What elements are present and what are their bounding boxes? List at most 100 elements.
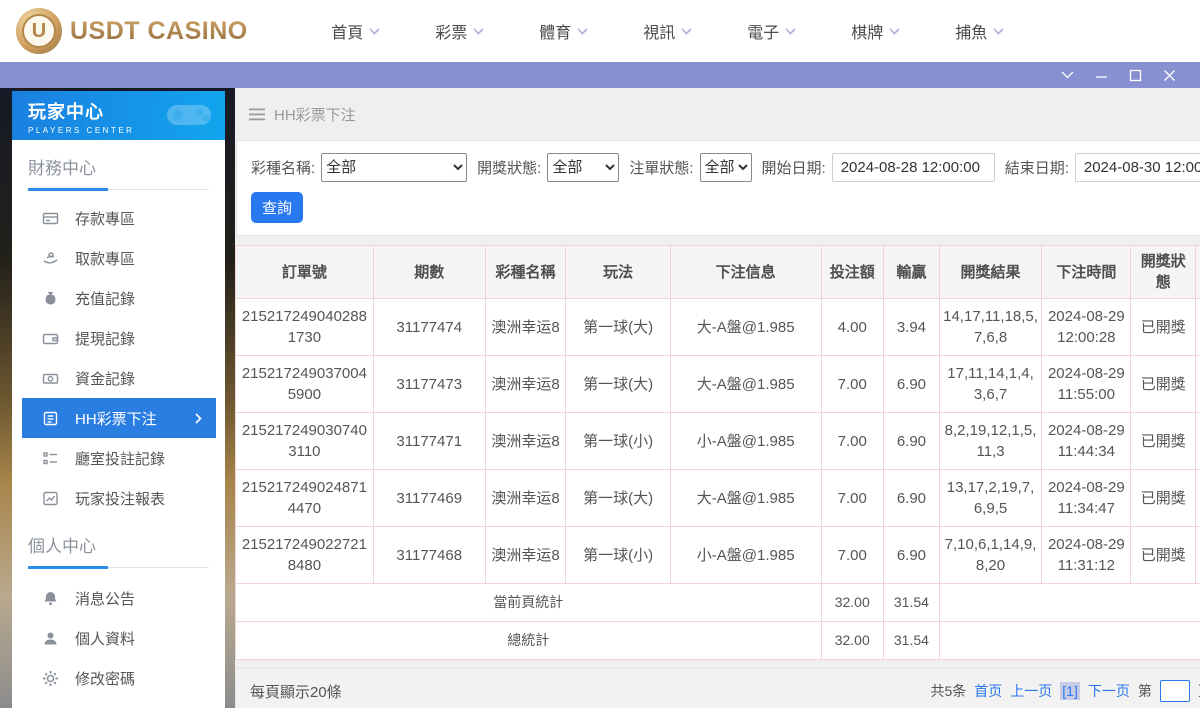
cell-bet-info: 小-A盤@1.985 bbox=[670, 413, 821, 470]
per-page-info: 每頁顯示20條 bbox=[250, 681, 342, 702]
sidebar-item-profile[interactable]: 個人資料 bbox=[12, 618, 225, 658]
sidebar-item-withdraw[interactable]: 取款專區 bbox=[12, 238, 225, 278]
cell-lottery-name: 澳洲幸运8 bbox=[485, 356, 566, 413]
sidebar-item-hh-lottery-bets[interactable]: HH彩票下注 bbox=[22, 398, 216, 438]
cell-play-type: 第一球(大) bbox=[566, 356, 670, 413]
cell-lottery-name: 澳洲幸运8 bbox=[485, 470, 566, 527]
sidebar-item-label: 充值記錄 bbox=[75, 288, 135, 309]
cell-bet-amount: 4.00 bbox=[821, 299, 883, 356]
minimize-icon bbox=[1095, 69, 1108, 82]
sidebar-item-label: 存款專區 bbox=[75, 208, 135, 229]
sidebar-item-funds-record[interactable]: 資金記錄 bbox=[12, 358, 225, 398]
cell-play-type: 第一球(小) bbox=[566, 413, 670, 470]
cell-period: 31177469 bbox=[373, 470, 485, 527]
page-summary-row: 當前頁統計 32.00 31.54 bbox=[236, 584, 1200, 622]
nav-label: 彩票 bbox=[435, 19, 467, 43]
order-status-select[interactable]: 全部 bbox=[700, 153, 752, 182]
lottery-name-select[interactable]: 全部 bbox=[321, 153, 467, 182]
sidebar-item-player-bet-report[interactable]: 玩家投注報表 bbox=[12, 478, 225, 518]
chevron-down-icon bbox=[473, 28, 484, 35]
window-title-bar bbox=[0, 62, 1200, 88]
col-header-order-status: 注單狀態 bbox=[1196, 246, 1200, 299]
nav-item-live[interactable]: 視訊 bbox=[616, 19, 720, 43]
nav-item-lottery[interactable]: 彩票 bbox=[408, 19, 512, 43]
cell-win-loss: 6.90 bbox=[883, 356, 939, 413]
next-page-link[interactable]: 下一页 bbox=[1088, 681, 1130, 701]
bets-table-wrap: 訂單號 期數 彩種名稱 玩法 下注信息 投注額 輸贏 開獎結果 下注時間 開獎狀… bbox=[235, 245, 1200, 660]
sidebar-item-deposit[interactable]: 存款專區 bbox=[12, 198, 225, 238]
nav-item-slots[interactable]: 電子 bbox=[720, 19, 824, 43]
sidebar-item-hall-bet-record[interactable]: 廳室投註記錄 bbox=[12, 438, 225, 478]
banknote-icon bbox=[42, 370, 59, 387]
brand-logo: U USDT CASINO bbox=[16, 8, 248, 54]
cell-draw-status: 已開獎 bbox=[1131, 413, 1196, 470]
nav-label: 捕魚 bbox=[955, 19, 987, 43]
sidebar-item-recharge-record[interactable]: 充值記錄 bbox=[12, 278, 225, 318]
chevron-down-icon bbox=[1061, 71, 1074, 79]
nav-item-cards[interactable]: 棋牌 bbox=[824, 19, 928, 43]
col-header-play-type: 玩法 bbox=[566, 246, 670, 299]
cell-win-loss: 3.94 bbox=[883, 299, 939, 356]
window-minimize-button[interactable] bbox=[1084, 62, 1118, 88]
start-date-input[interactable] bbox=[832, 153, 995, 182]
nav-item-fishing[interactable]: 捕魚 bbox=[928, 19, 1032, 43]
cell-bet-amount: 7.00 bbox=[821, 527, 883, 584]
cell-bet-info: 大-A盤@1.985 bbox=[670, 356, 821, 413]
search-button[interactable]: 查詢 bbox=[251, 192, 303, 223]
sidebar-item-announcements[interactable]: 消息公告 bbox=[12, 578, 225, 618]
window-collapse-button[interactable] bbox=[1050, 62, 1084, 88]
total-summary-empty bbox=[939, 622, 1200, 660]
sidebar-item-label: 取款專區 bbox=[75, 248, 135, 269]
cell-draw-result: 14,17,11,18,5,7,6,8 bbox=[939, 299, 1041, 356]
prev-page-link[interactable]: 上一页 bbox=[1010, 681, 1052, 701]
cell-bet-time: 2024-08-29 11:31:12 bbox=[1042, 527, 1131, 584]
chevron-down-icon bbox=[993, 28, 1004, 35]
nav-item-sports[interactable]: 體育 bbox=[512, 19, 616, 43]
page-jump-input[interactable] bbox=[1160, 680, 1190, 702]
sidebar-item-label: 個人資料 bbox=[75, 628, 135, 649]
col-header-draw-result: 開獎結果 bbox=[939, 246, 1041, 299]
cell-bet-info: 小-A盤@1.985 bbox=[670, 527, 821, 584]
hamburger-menu-icon[interactable] bbox=[249, 108, 265, 121]
current-page-badge: [1] bbox=[1060, 682, 1080, 700]
cell-draw-status: 已開獎 bbox=[1131, 527, 1196, 584]
cell-order-no: 2152172490307403110 bbox=[236, 413, 374, 470]
pagination-bar: 每頁顯示20條 共5条 首页 上一页 [1] 下一页 第 页 跳转 bbox=[235, 668, 1200, 708]
report-chart-icon bbox=[42, 490, 59, 507]
nav-item-home[interactable]: 首頁 bbox=[304, 19, 408, 43]
cell-win-loss: 6.90 bbox=[883, 413, 939, 470]
table-row: 215217249040288173031177474澳洲幸运8第一球(大)大-… bbox=[236, 299, 1200, 356]
cell-draw-result: 17,11,14,1,4,3,6,7 bbox=[939, 356, 1041, 413]
cell-lottery-name: 澳洲幸运8 bbox=[485, 299, 566, 356]
first-page-link[interactable]: 首页 bbox=[974, 681, 1002, 701]
cell-lottery-name: 澳洲幸运8 bbox=[485, 413, 566, 470]
page-summary-empty bbox=[939, 584, 1200, 622]
sidebar-item-change-password[interactable]: 修改密碼 bbox=[12, 658, 225, 698]
cell-bet-amount: 7.00 bbox=[821, 470, 883, 527]
bell-icon bbox=[42, 590, 59, 607]
cell-period: 31177471 bbox=[373, 413, 485, 470]
nav-label: 棋牌 bbox=[851, 19, 883, 43]
sidebar-item-label: HH彩票下注 bbox=[75, 408, 157, 429]
page-title: HH彩票下注 bbox=[274, 104, 356, 125]
nav-label: 首頁 bbox=[331, 19, 363, 43]
window-close-button[interactable] bbox=[1152, 62, 1186, 88]
sidebar-item-withdrawal-record[interactable]: 提現記錄 bbox=[12, 318, 225, 358]
cell-order-no: 2152172490370045900 bbox=[236, 356, 374, 413]
end-date-input[interactable] bbox=[1075, 153, 1200, 182]
main-content: HH彩票下注 彩種名稱: 全部 開獎狀態: 全部 注單狀態: 全部 開始日期: … bbox=[235, 88, 1200, 708]
breadcrumb: HH彩票下注 bbox=[235, 88, 1200, 140]
total-summary-winloss: 31.54 bbox=[883, 622, 939, 660]
sidebar-item-label: 資金記錄 bbox=[75, 368, 135, 389]
sidebar-item-label: 廳室投註記錄 bbox=[75, 448, 165, 469]
cell-bet-time: 2024-08-29 11:34:47 bbox=[1042, 470, 1131, 527]
total-count: 共5条 bbox=[930, 681, 966, 701]
section-title-personal: 個人中心 bbox=[28, 532, 209, 568]
bets-table: 訂單號 期數 彩種名稱 玩法 下注信息 投注額 輸贏 開獎結果 下注時間 開獎狀… bbox=[235, 245, 1200, 660]
window-maximize-button[interactable] bbox=[1118, 62, 1152, 88]
chevron-down-icon bbox=[889, 28, 900, 35]
table-header-row: 訂單號 期數 彩種名稱 玩法 下注信息 投注額 輸贏 開獎結果 下注時間 開獎狀… bbox=[236, 246, 1200, 299]
draw-status-select[interactable]: 全部 bbox=[547, 153, 619, 182]
sidebar-background: 玩家中心 PLAYERS CENTER 財務中心 存款專區 取款專區 充值記錄 bbox=[0, 88, 235, 708]
sidebar-item-label: 玩家投注報表 bbox=[75, 488, 165, 509]
